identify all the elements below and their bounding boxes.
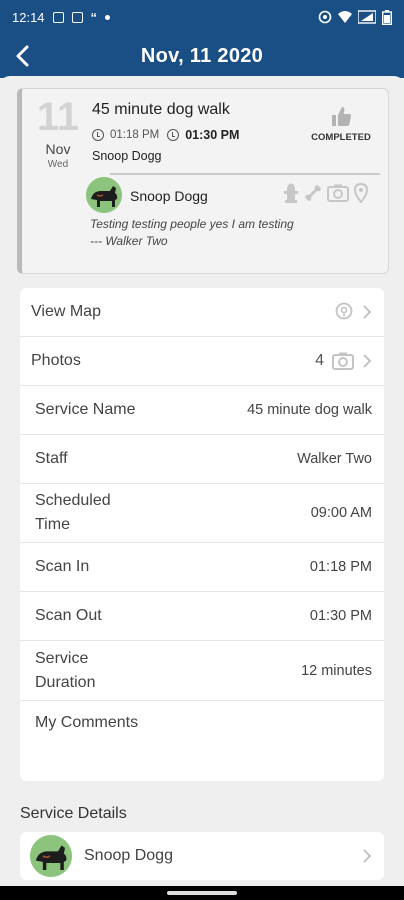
duration-label-line1: Service [35, 649, 89, 667]
visit-note-author: --- Walker Two [90, 234, 168, 248]
wifi-icon [338, 11, 352, 23]
staff-label: Staff [35, 450, 68, 467]
status-completed: COMPLETED [306, 105, 376, 143]
service-duration-label: Service Duration [31, 647, 301, 695]
photos-label: Photos [31, 352, 81, 369]
chevron-right-icon [363, 849, 372, 863]
chevron-right-icon [363, 354, 372, 368]
scheduled-time-row: Scheduled Time 09:00 AM [20, 484, 384, 543]
dot-icon [105, 14, 111, 20]
scan-in-value: 01:18 PM [309, 559, 372, 575]
scan-out-value: 01:30 PM [309, 608, 372, 624]
visit-note: Testing testing people yes I am testing … [90, 216, 294, 250]
view-map-value [334, 302, 372, 322]
visit-times: 01:18 PM 01:30 PM [92, 128, 239, 142]
divider [110, 173, 380, 175]
scan-in-label: Scan In [35, 558, 90, 575]
visit-pet-name: Snoop Dogg [130, 188, 208, 204]
scheduled-time-value: 09:00 AM [310, 505, 372, 521]
my-comments-row[interactable]: My Comments [20, 701, 384, 781]
my-comments-label: My Comments [35, 714, 139, 731]
thumbs-up-icon [332, 107, 352, 126]
battery-icon [382, 9, 392, 25]
chevron-right-icon [363, 305, 372, 319]
avatar [86, 177, 122, 213]
visit-details-list: View Map Photos 4 Service Name 45 minute… [20, 288, 384, 781]
image-icon [52, 11, 64, 23]
visit-service-name: 45 minute dog walk [92, 101, 230, 118]
visit-time-in: 01:18 PM [110, 129, 160, 141]
view-map-row[interactable]: View Map [20, 288, 384, 337]
status-bar: 12:14 “ [0, 0, 404, 34]
signal-icon [358, 10, 376, 24]
visit-card[interactable]: 11 Nov Wed 45 minute dog walk 01:18 PM 0… [17, 88, 389, 274]
staff-value: Walker Two [297, 451, 372, 467]
scheduled-label-line1: Scheduled [35, 492, 111, 509]
visit-note-text: Testing testing people yes I am testing [90, 217, 294, 231]
view-map-label: View Map [31, 303, 101, 320]
staff-row: Staff Walker Two [20, 435, 384, 484]
camera-icon [327, 184, 349, 202]
service-name-value: 45 minute dog walk [247, 402, 372, 418]
visit-month: Nov [45, 141, 71, 157]
avatar [30, 835, 72, 877]
visit-icons [283, 183, 368, 203]
visit-weekday: Wed [47, 159, 69, 170]
message-icon [71, 11, 83, 23]
app-bar: Nov, 11 2020 [0, 34, 404, 78]
camera-icon [332, 352, 354, 370]
service-name-row: Service Name 45 minute dog walk [20, 386, 384, 435]
photos-count: 4 [315, 352, 324, 369]
service-duration-row: Service Duration 12 minutes [20, 641, 384, 701]
scan-out-row: Scan Out 01:30 PM [20, 592, 384, 641]
visit-pet: Snoop Dogg [92, 149, 162, 163]
photos-row[interactable]: Photos 4 [20, 337, 384, 386]
scheduled-time-label: Scheduled Time [31, 489, 311, 537]
service-duration-value: 12 minutes [301, 662, 372, 679]
bone-icon [305, 185, 321, 201]
visit-time-out: 01:30 PM [185, 128, 240, 142]
quote-icon: “ [90, 9, 98, 25]
home-handle[interactable] [167, 891, 237, 895]
duration-label-line2: Duration [35, 673, 96, 691]
scan-out-label: Scan Out [35, 607, 102, 624]
map-marker-icon [335, 302, 353, 320]
scheduled-label-line2: Time [35, 516, 70, 533]
service-details-pet-name: Snoop Dogg [84, 847, 173, 864]
map-pin-icon [354, 183, 368, 203]
page-title: Nov, 11 2020 [140, 44, 264, 67]
status-time: 12:14 [12, 9, 45, 25]
back-arrow-icon[interactable] [12, 42, 36, 70]
service-name-label: Service Name [35, 401, 136, 418]
service-details-pet-row[interactable]: Snoop Dogg [20, 832, 384, 880]
service-details-heading: Service Details [20, 805, 127, 822]
status-label: COMPLETED [311, 132, 371, 143]
system-nav-bar [0, 886, 404, 900]
hydrant-icon [284, 183, 298, 203]
hotspot-icon [318, 10, 332, 24]
clock-icon [92, 129, 104, 141]
clock-icon [167, 129, 180, 141]
photos-value: 4 [315, 352, 372, 370]
visit-day: 11 [36, 95, 80, 139]
scan-in-row: Scan In 01:18 PM [20, 543, 384, 592]
visit-date: 11 Nov Wed [32, 97, 84, 170]
